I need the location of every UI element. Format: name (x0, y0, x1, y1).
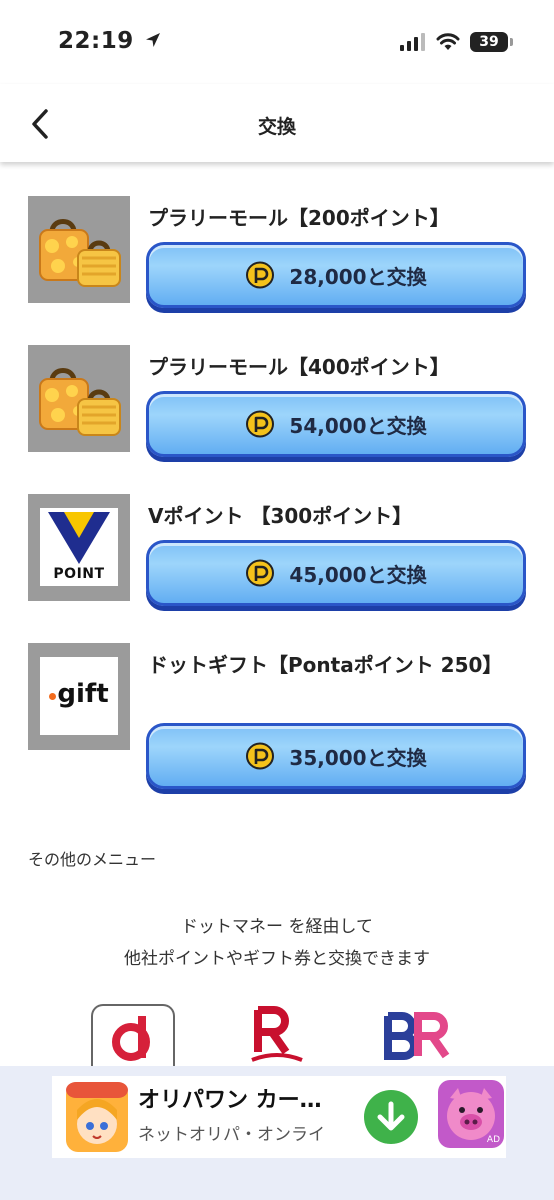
item-title: プラリーモール【200ポイント】 (148, 206, 450, 230)
v-point-logo-text: POINT (53, 566, 105, 582)
ad-subtitle: ネットオリパ・オンライ (138, 1125, 325, 1145)
exchange-button[interactable]: 35,000と交換 (146, 723, 526, 789)
exchange-button-label: 54,000と交換 (289, 413, 427, 438)
exchange-button[interactable]: 45,000と交換 (146, 540, 526, 606)
d-point-service-button[interactable] (91, 1004, 175, 1066)
other-menu-description-line1: ドットマネー を経由して (181, 917, 373, 937)
exchange-button-label: 28,000と交換 (289, 264, 427, 289)
exchange-item-prarie-200: プラリーモール【200ポイント】 28,000と交換 (28, 196, 526, 308)
point-coin-icon (246, 410, 275, 438)
battery-icon: 39 (470, 32, 513, 52)
exchange-button-label: 45,000と交換 (289, 562, 427, 587)
item-title: Vポイント 【300ポイント】 (148, 504, 413, 528)
exchange-item-prarie-400: プラリーモール【400ポイント】 54,000と交換 (28, 345, 526, 457)
other-menu-description-line2: 他社ポイントやギフト券と交換できます (124, 949, 430, 969)
item-title: プラリーモール【400ポイント】 (148, 355, 450, 379)
orange-dot-icon (49, 693, 57, 700)
point-coin-icon (246, 742, 275, 770)
ad-title: オリパワン カー… (138, 1088, 322, 1113)
item-thumbnail: POINT (28, 494, 130, 601)
download-arrow-icon (377, 1101, 405, 1131)
ad-card[interactable]: オリパワン カー… ネットオリパ・オンライ AD (52, 1076, 506, 1158)
v-point-logo: POINT (40, 508, 118, 586)
status-icons: 39 (400, 30, 513, 54)
shopping-bags-icon (39, 368, 121, 436)
exchange-item-dot-gift: gift ドットギフト【Pontaポイント 250】 35,000と交換 (28, 643, 526, 793)
cellular-signal-icon (400, 33, 425, 51)
exchange-button[interactable]: 28,000と交換 (146, 242, 526, 308)
baskin-robbins-service-button[interactable] (382, 1004, 452, 1066)
d-point-logo-icon (112, 1016, 150, 1061)
ad-banner[interactable]: オリパワン カー… ネットオリパ・オンライ AD (0, 1066, 554, 1200)
shopping-bags-icon (39, 219, 121, 287)
oripa-app-icon (66, 1082, 128, 1152)
rakuten-logo-icon (251, 1006, 303, 1062)
location-arrow-icon (146, 33, 161, 47)
download-button[interactable] (364, 1090, 418, 1144)
item-thumbnail (28, 196, 130, 303)
navigation-bar: 交換 (0, 84, 554, 162)
rakuten-service-button[interactable] (248, 1004, 306, 1066)
service-logo-row (0, 1004, 554, 1066)
dot-gift-logo: gift (40, 657, 118, 735)
item-thumbnail: gift (28, 643, 130, 750)
status-time: 22:19 (58, 28, 162, 54)
baskin-robbins-logo-icon (384, 1012, 450, 1060)
page-title: 交換 (257, 116, 296, 138)
other-menu-heading: その他のメニュー (28, 850, 157, 869)
item-title: ドットギフト【Pontaポイント 250】 (148, 653, 503, 677)
ad-badge: AD (486, 1135, 500, 1145)
point-coin-icon (246, 261, 275, 289)
dot-gift-logo-text: gift (57, 679, 109, 709)
item-thumbnail (28, 345, 130, 452)
exchange-button[interactable]: 54,000と交換 (146, 391, 526, 457)
battery-level: 39 (479, 34, 499, 50)
wifi-icon (436, 33, 460, 50)
pig-app-icon: AD (438, 1080, 504, 1148)
exchange-item-v-point: POINT Vポイント 【300ポイント】 45,000と交換 (28, 494, 526, 606)
status-bar: 22:19 39 (0, 0, 554, 84)
status-time-text: 22:19 (58, 28, 134, 54)
exchange-button-label: 35,000と交換 (289, 745, 427, 770)
dot-gift-logo-wordmark: gift (40, 679, 118, 709)
point-coin-icon (246, 559, 275, 587)
